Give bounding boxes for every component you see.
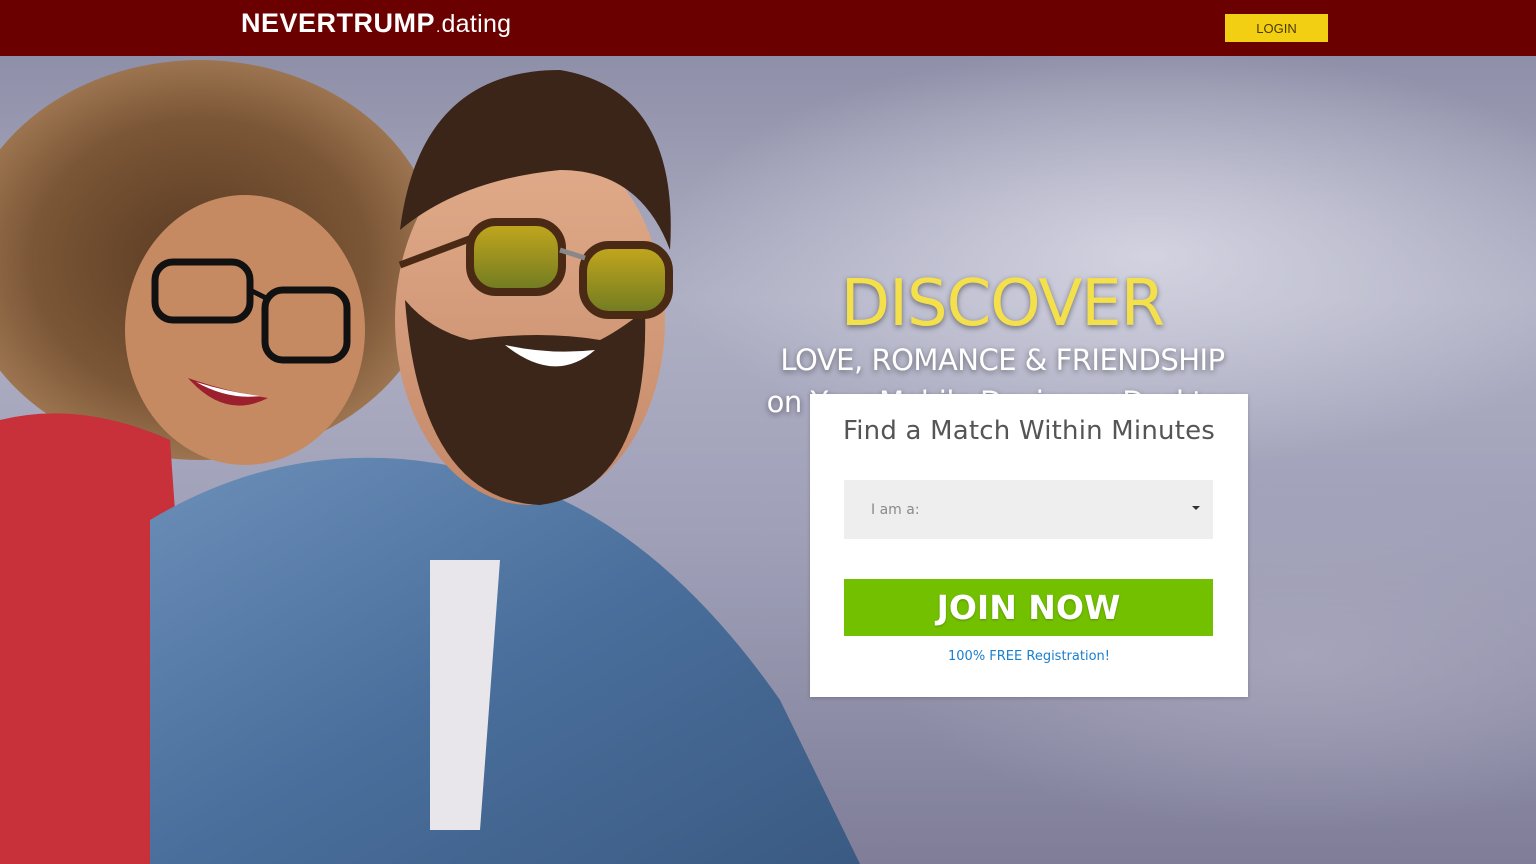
man-denim-jacket (150, 457, 860, 864)
gender-select[interactable]: I am a: (844, 480, 1213, 539)
man-sunglasses-right (579, 241, 673, 319)
top-navigation-bar: NEVERTRUMP. dating LOGIN (0, 0, 1536, 56)
free-registration-link[interactable]: 100% FREE Registration! (810, 649, 1248, 664)
signup-title: Find a Match Within Minutes (842, 416, 1216, 446)
logo-dot: . (436, 19, 441, 36)
landing-page: NEVERTRUMP. dating LOGIN DISCOVER LOVE, … (0, 0, 1536, 864)
headline-love-romance: LOVE, ROMANCE & FRIENDSHIP (780, 343, 1225, 377)
logo-suffix-text: dating (441, 10, 512, 38)
signup-card: Find a Match Within Minutes I am a: JOIN… (810, 394, 1248, 697)
couple-photo (0, 60, 860, 864)
man-sunglasses-left (466, 218, 566, 296)
headline-discover: DISCOVER (840, 267, 1165, 341)
woman-face (125, 195, 365, 465)
hero-section: DISCOVER LOVE, ROMANCE & FRIENDSHIP on Y… (0, 56, 1536, 864)
login-button[interactable]: LOGIN (1225, 14, 1328, 42)
gender-select-value: I am a: (871, 501, 920, 518)
logo-brand-text: NEVERTRUMP (241, 8, 436, 38)
join-now-button[interactable]: JOIN NOW (844, 579, 1213, 636)
chevron-down-icon (1192, 506, 1200, 510)
site-logo[interactable]: NEVERTRUMP. dating (241, 8, 511, 44)
